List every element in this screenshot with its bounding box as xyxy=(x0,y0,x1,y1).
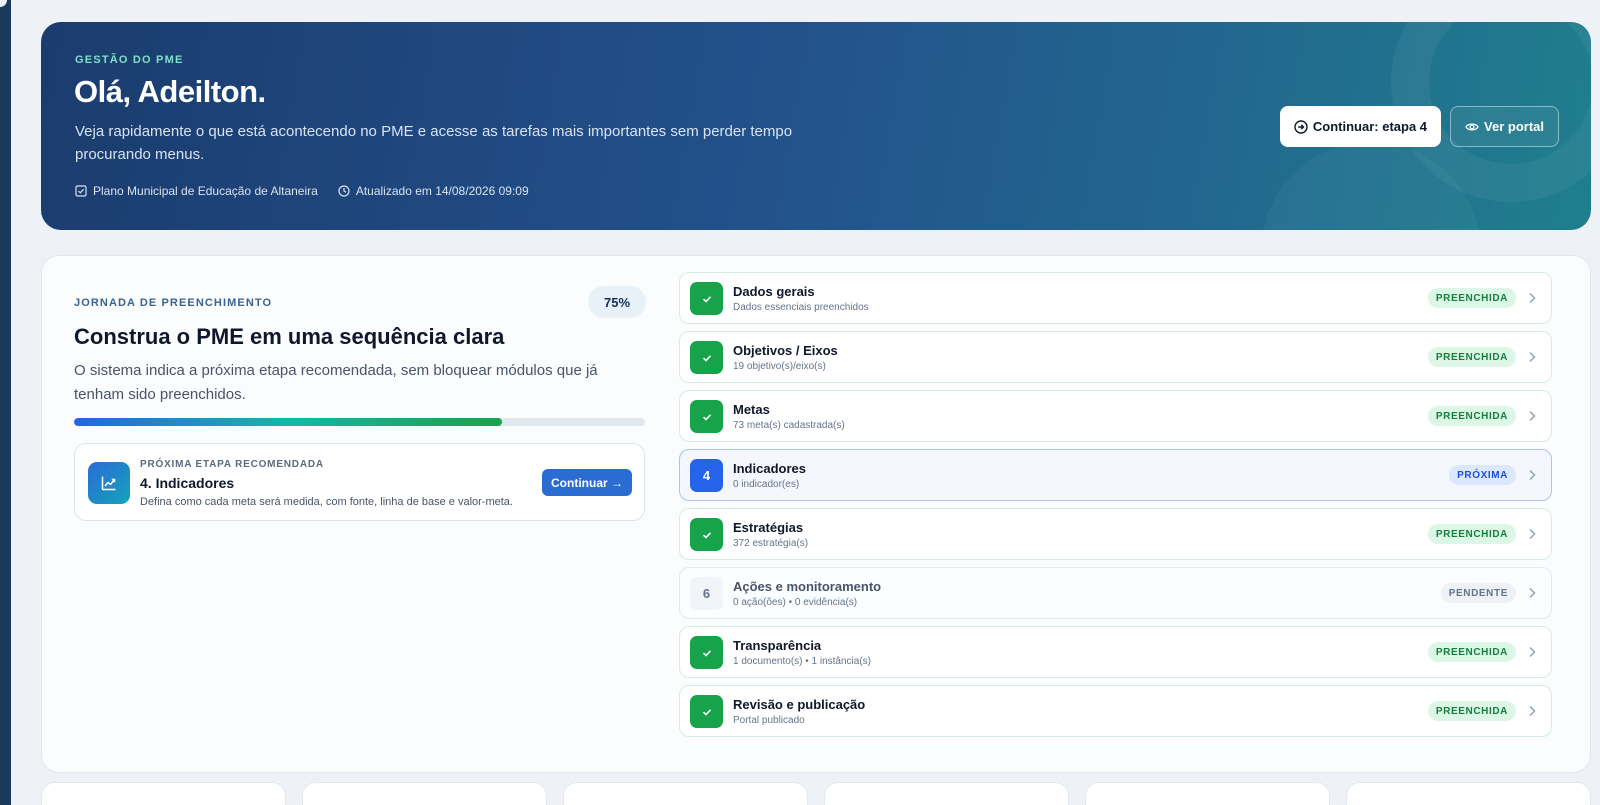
step-subtitle: 1 documento(s) • 1 instância(s) xyxy=(733,656,872,667)
step-status-badge: PREENCHIDA xyxy=(1427,524,1516,544)
step-number-badge: 6 xyxy=(690,577,723,610)
arrow-circle-right-icon xyxy=(1294,119,1308,134)
journey-step[interactable]: Metas 73 meta(s) cadastrada(s) PREENCHIDA xyxy=(679,390,1552,442)
step-title: Estratégias xyxy=(733,520,804,535)
step-subtitle: Dados essenciais preenchidos xyxy=(733,302,869,313)
chevron-right-icon xyxy=(1529,646,1536,658)
journey-step[interactable]: Objetivos / Eixos 19 objetivo(s)/eixo(s) P… xyxy=(679,331,1552,383)
trending-up-icon xyxy=(88,462,130,504)
next-step-description: Defina como cada meta será medida, com f… xyxy=(140,496,513,508)
hero-banner: GESTÃO DO PME Olá, Adeilton. Veja rapida… xyxy=(41,22,1591,230)
journey-card: JORNADA DE PREENCHIMENTO 75% Construa o … xyxy=(41,255,1591,773)
check-icon xyxy=(690,282,723,315)
journey-percent-badge: 75% xyxy=(588,286,646,318)
step-title: Dados gerais xyxy=(733,284,815,299)
continue-step-label: Continuar: etapa 4 xyxy=(1312,119,1428,134)
journey-step[interactable]: Revisão e publicação Portal publicado PREE… xyxy=(679,685,1552,737)
hero-actions: Continuar: etapa 4 Ver portal xyxy=(1279,106,1559,147)
step-title: Metas xyxy=(733,402,770,417)
next-step-kicker: PRÓXIMA ETAPA RECOMENDADA xyxy=(140,459,324,470)
continue-step-button[interactable]: Continuar: etapa 4 xyxy=(1279,106,1442,147)
summary-card[interactable] xyxy=(1085,782,1330,805)
check-icon xyxy=(690,341,723,374)
page-title: Olá, Adeilton. xyxy=(74,74,266,109)
journey-kicker: JORNADA DE PREENCHIMENTO xyxy=(74,297,273,309)
chevron-right-icon xyxy=(1529,705,1536,717)
check-icon xyxy=(690,518,723,551)
check-icon xyxy=(690,695,723,728)
journey-description: O sistema indica a próxima etapa recomen… xyxy=(74,362,598,403)
summary-card[interactable] xyxy=(824,782,1069,805)
hero-description: Veja rapidamente o que está acontecendo … xyxy=(75,123,793,163)
journey-title: Construa o PME em uma sequência clara xyxy=(74,324,505,349)
step-title: Revisão e publicação xyxy=(733,697,866,712)
step-status-badge: PENDENTE xyxy=(1440,583,1516,603)
journey-step[interactable]: 6 Ações e monitoramento 0 ação(ões) • 0 ev… xyxy=(679,567,1552,619)
step-subtitle: Portal publicado xyxy=(733,715,805,726)
journey-step[interactable]: Estratégias 372 estratégia(s) PREENCHIDA xyxy=(679,508,1552,560)
updated-at-text: Atualizado em 14/08/2026 09:09 xyxy=(355,184,529,198)
journey-step[interactable]: 4 Indicadores 0 indicador(es) PRÓXIMA xyxy=(679,449,1552,501)
summary-card[interactable] xyxy=(1346,782,1591,805)
step-title: Ações e monitoramento xyxy=(733,579,882,594)
plan-name-text: Plano Municipal de Educação de Altaneira xyxy=(93,184,318,198)
next-step-continue-button[interactable]: Continuar → xyxy=(542,469,632,496)
step-title: Indicadores xyxy=(733,461,806,476)
step-title: Objetivos / Eixos xyxy=(733,343,838,358)
step-status-badge: PRÓXIMA xyxy=(1449,465,1516,485)
view-portal-button[interactable]: Ver portal xyxy=(1450,106,1559,147)
step-title: Transparência xyxy=(733,638,822,653)
check-icon xyxy=(690,636,723,669)
step-subtitle: 0 ação(ões) • 0 evidência(s) xyxy=(733,597,858,608)
step-status-badge: PREENCHIDA xyxy=(1427,288,1516,308)
chevron-right-icon xyxy=(1529,292,1536,304)
step-subtitle: 372 estratégia(s) xyxy=(733,538,809,549)
hero-kicker: GESTÃO DO PME xyxy=(75,54,184,66)
summary-card[interactable] xyxy=(302,782,547,805)
journey-steps-list: Dados gerais Dados essenciais preenchidos… xyxy=(679,272,1552,744)
summary-card[interactable] xyxy=(41,782,286,805)
step-subtitle: 19 objetivo(s)/eixo(s) xyxy=(733,361,826,372)
journey-progress-fill xyxy=(74,418,503,426)
journey-step[interactable]: Dados gerais Dados essenciais preenchidos… xyxy=(679,272,1552,324)
left-sidebar-edge xyxy=(0,0,11,805)
step-status-badge: PREENCHIDA xyxy=(1427,701,1516,721)
step-number-badge: 4 xyxy=(690,459,723,492)
updated-at: Atualizado em 14/08/2026 09:09 xyxy=(338,184,529,198)
next-step-title: 4. Indicadores xyxy=(140,475,235,491)
checkbox-icon xyxy=(75,185,87,197)
step-status-badge: PREENCHIDA xyxy=(1427,642,1516,662)
step-status-badge: PREENCHIDA xyxy=(1427,347,1516,367)
step-subtitle: 73 meta(s) cadastrada(s) xyxy=(733,420,845,431)
view-portal-label: Ver portal xyxy=(1484,119,1544,134)
chevron-right-icon xyxy=(1529,469,1536,481)
chevron-right-icon xyxy=(1529,410,1536,422)
dashboard-cards-row xyxy=(41,782,1591,805)
chevron-right-icon xyxy=(1529,528,1536,540)
eye-icon xyxy=(1465,123,1479,130)
plan-name: Plano Municipal de Educação de Altaneira xyxy=(75,184,318,198)
check-icon xyxy=(690,400,723,433)
journey-progress-bar xyxy=(74,418,645,426)
next-step-card: PRÓXIMA ETAPA RECOMENDADA 4. Indicadores… xyxy=(74,443,645,521)
clock-icon xyxy=(338,185,350,197)
chevron-right-icon xyxy=(1529,587,1536,599)
journey-step[interactable]: Transparência 1 documento(s) • 1 instânci… xyxy=(679,626,1552,678)
chevron-right-icon xyxy=(1529,351,1536,363)
step-subtitle: 0 indicador(es) xyxy=(733,479,800,490)
summary-card[interactable] xyxy=(563,782,808,805)
hero-meta: Plano Municipal de Educação de Altaneira… xyxy=(75,184,529,198)
step-status-badge: PREENCHIDA xyxy=(1427,406,1516,426)
